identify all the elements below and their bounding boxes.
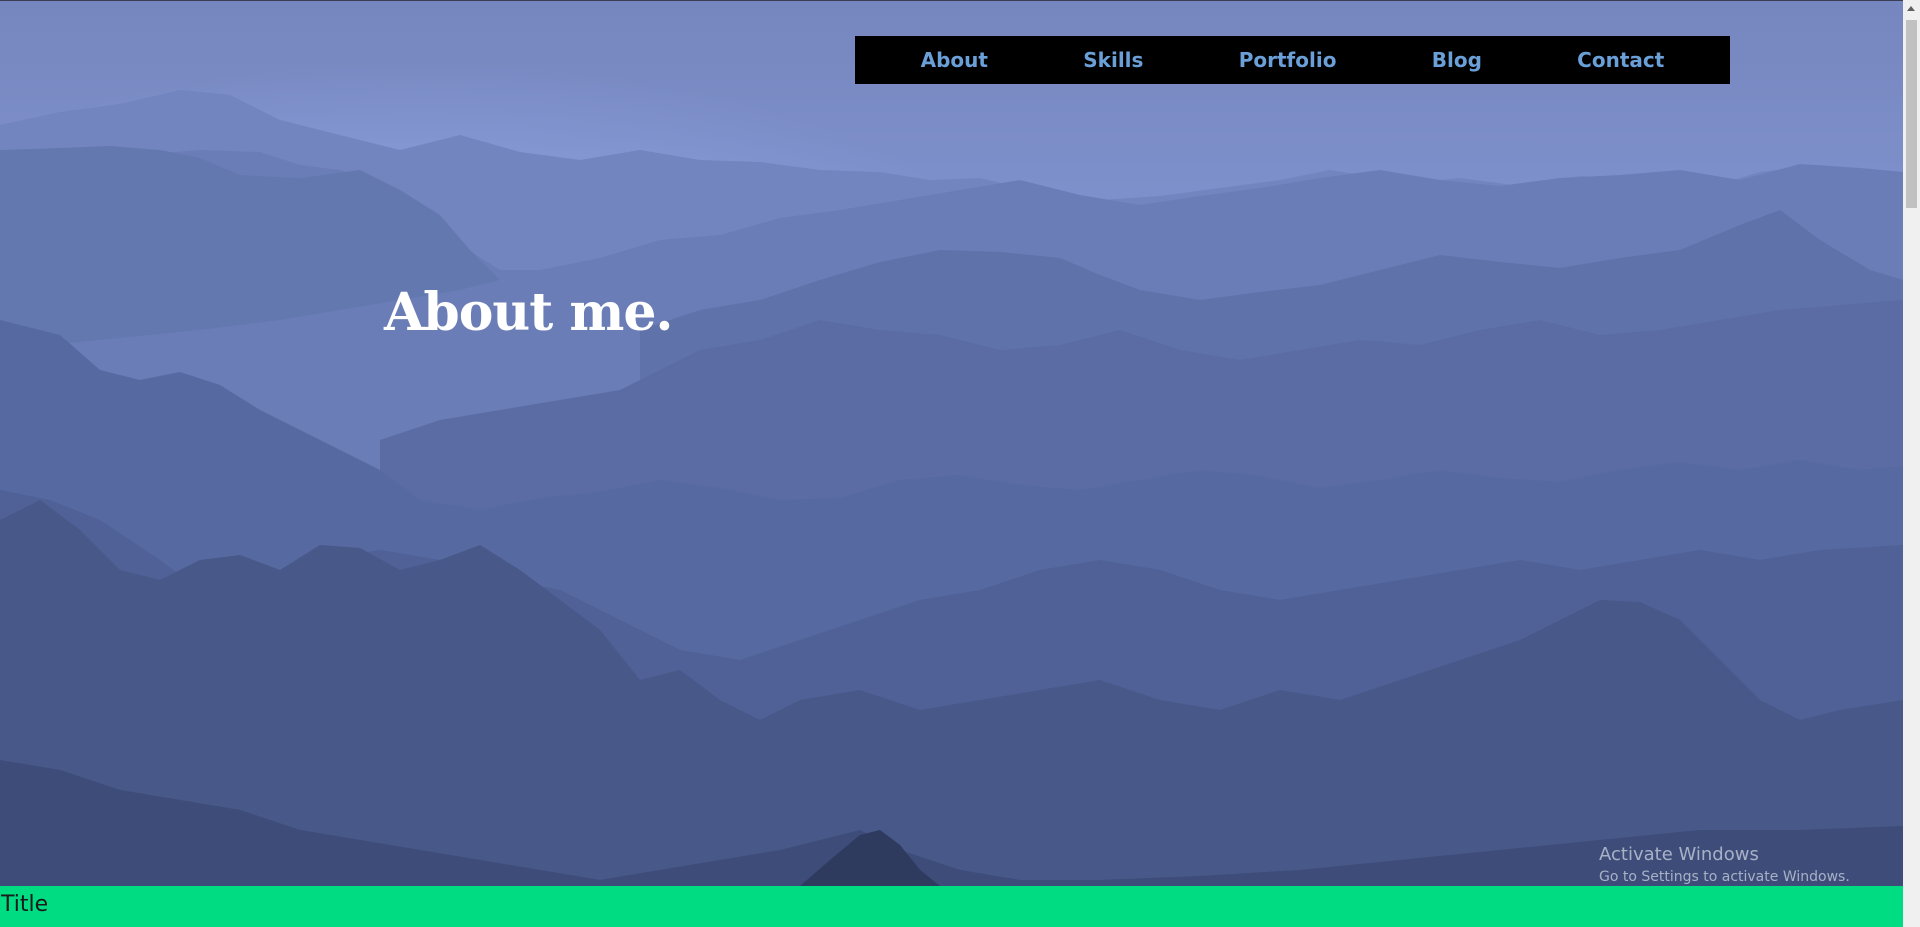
nav-link-blog[interactable]: Blog — [1432, 48, 1482, 72]
scrollbar-thumb[interactable] — [1906, 20, 1917, 208]
nav-link-portfolio[interactable]: Portfolio — [1239, 48, 1337, 72]
vertical-scrollbar[interactable] — [1903, 0, 1920, 927]
activation-title: Activate Windows — [1599, 844, 1759, 865]
nav-link-skills[interactable]: Skills — [1083, 48, 1143, 72]
top-border-line — [0, 0, 1903, 1]
footer-bar: Title — [0, 886, 1903, 927]
scroll-up-arrow-icon[interactable] — [1907, 6, 1915, 11]
nav-link-contact[interactable]: Contact — [1577, 48, 1664, 72]
top-navigation-bar: About Skills Portfolio Blog Contact — [855, 36, 1730, 84]
windows-activation-watermark: Activate Windows Go to Settings to activ… — [1599, 844, 1850, 885]
hero-headline: About me. — [384, 282, 674, 343]
footer-title: Title — [1, 892, 49, 917]
page-viewport: About Skills Portfolio Blog Contact Abou… — [0, 0, 1903, 927]
hero-background-image — [0, 0, 1903, 886]
nav-link-about[interactable]: About — [921, 48, 988, 72]
activation-subtitle: Go to Settings to activate Windows. — [1599, 869, 1850, 885]
